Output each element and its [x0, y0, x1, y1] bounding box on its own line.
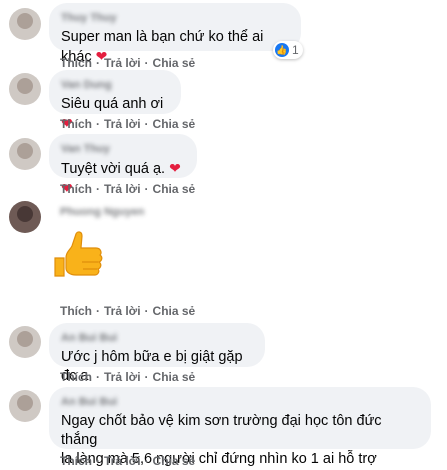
comment-bubble: Thuy Thuy Super man là bạn chứ ko thể ai…: [49, 3, 301, 65]
like-reaction-icon: 👍: [275, 43, 289, 57]
commenter-name[interactable]: Phuong Nguyen: [60, 206, 144, 218]
like-link[interactable]: Thích: [60, 304, 92, 318]
like-link[interactable]: Thích: [60, 454, 92, 468]
avatar[interactable]: [9, 8, 41, 40]
comment-actions: Thích · Trả lời · Chia sẻ: [60, 304, 196, 318]
commenter-name[interactable]: Thuy Thuy: [61, 11, 289, 25]
thumbs-up-sticker: [54, 231, 103, 277]
share-link[interactable]: Chia sẻ: [153, 56, 196, 70]
share-link[interactable]: Chia sẻ: [153, 117, 196, 131]
comment-bubble: Van Dung Siêu quá anh ơi ❤: [49, 70, 181, 131]
reply-link[interactable]: Trả lời: [104, 454, 141, 468]
share-link[interactable]: Chia sẻ: [153, 304, 196, 318]
commenter-name[interactable]: Van Dung: [61, 78, 169, 92]
comment-actions: Thích · Trả lời · Chia sẻ: [60, 56, 196, 70]
comment-actions: Thích · Trả lời · Chia sẻ: [60, 370, 196, 384]
comment-actions: Thích · Trả lời · Chia sẻ: [60, 182, 196, 196]
like-link[interactable]: Thích: [60, 56, 92, 70]
reply-link[interactable]: Trả lời: [104, 304, 141, 318]
share-link[interactable]: Chia sẻ: [153, 182, 196, 196]
commenter-name[interactable]: An Bui Bui: [61, 395, 419, 409]
like-link[interactable]: Thích: [60, 182, 92, 196]
comment-bubble: An Bui Bui Ngay chốt bảo vệ kim sơn trườ…: [49, 387, 431, 467]
like-link[interactable]: Thích: [60, 117, 92, 131]
reply-link[interactable]: Trả lời: [104, 182, 141, 196]
reaction-count: 1: [292, 43, 299, 57]
share-link[interactable]: Chia sẻ: [153, 370, 196, 384]
avatar[interactable]: [9, 326, 41, 358]
avatar[interactable]: [9, 390, 41, 422]
avatar[interactable]: [9, 138, 41, 170]
share-link[interactable]: Chia sẻ: [153, 454, 196, 468]
comment-actions: Thích · Trả lời · Chia sẻ: [60, 117, 196, 131]
reply-link[interactable]: Trả lời: [104, 117, 141, 131]
comment-text-line-1: Ngay chốt bảo vệ kim sơn trường đại học …: [61, 413, 382, 448]
commenter-name[interactable]: An Bui Bui: [61, 331, 253, 345]
reply-link[interactable]: Trả lời: [104, 370, 141, 384]
comment-bubble: An Bui Bui Ước j hôm bữa e bị giật gặp đ…: [49, 323, 265, 384]
avatar[interactable]: [9, 73, 41, 105]
comment-bubble: Van Thuy Tuyệt vời quá ạ. ❤❤: [49, 134, 197, 196]
reply-link[interactable]: Trả lời: [104, 56, 141, 70]
like-link[interactable]: Thích: [60, 370, 92, 384]
commenter-name[interactable]: Van Thuy: [61, 142, 185, 156]
reaction-count-badge[interactable]: 👍 1: [273, 41, 303, 59]
comment-actions: Thích · Trả lời · Chia sẻ: [60, 454, 196, 468]
avatar[interactable]: [9, 201, 41, 233]
